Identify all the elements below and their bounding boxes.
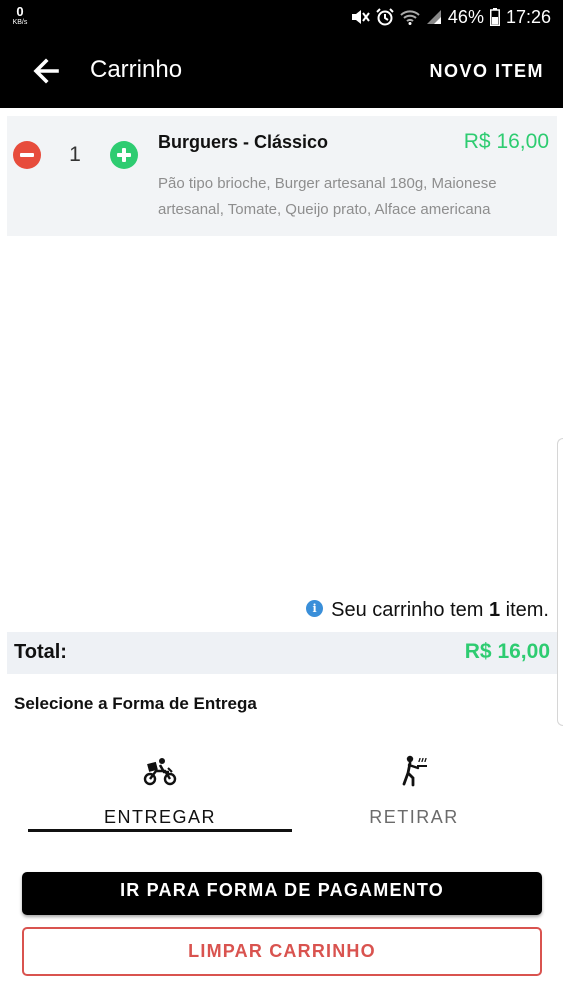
network-speed-value: 0	[16, 4, 24, 19]
new-item-button[interactable]: NOVO ITEM	[429, 61, 544, 82]
wifi-icon	[400, 9, 420, 25]
signal-icon	[426, 9, 442, 25]
alarm-icon	[376, 8, 394, 26]
cart-summary-text: Seu carrinho tem 1 item.	[331, 599, 549, 622]
cart-item: 1 Burguers - Clássico R$ 16,00 Pão tipo …	[7, 116, 557, 236]
arrow-left-icon	[33, 58, 59, 84]
item-description: Pão tipo brioche, Burger artesanal 180g,…	[158, 175, 497, 218]
decrease-quantity-button[interactable]	[13, 141, 41, 169]
item-name: Burguers - Clássico	[158, 132, 329, 152]
network-speed-unit: KB/s	[12, 19, 28, 26]
status-bar: 0 KB/s 46% 17:26	[0, 0, 563, 34]
total-value: R$ 16,00	[464, 640, 550, 663]
tab-entregar[interactable]: ENTREGAR	[28, 752, 292, 834]
tab-entregar-label: ENTREGAR	[103, 807, 216, 827]
edge-panel-handle[interactable]	[557, 438, 563, 726]
mute-icon	[350, 8, 370, 26]
total-label: Total:	[14, 641, 67, 663]
cart-summary-prefix: Seu carrinho tem	[331, 599, 489, 621]
waiter-pickup-icon	[402, 755, 427, 787]
quantity-value: 1	[69, 143, 81, 166]
back-button[interactable]	[30, 56, 62, 86]
item-price: R$ 16,00	[463, 130, 549, 153]
clock: 17:26	[505, 6, 551, 27]
total-bar: Total: R$ 16,00	[7, 632, 557, 674]
delivery-method-title: Selecione a Forma de Entrega	[14, 694, 257, 713]
page-title: Carrinho	[90, 56, 183, 83]
cart-summary-info: i Seu carrinho tem 1 item.	[306, 599, 549, 622]
increase-quantity-button[interactable]	[110, 141, 138, 169]
cart-item-count: 1	[488, 599, 501, 621]
battery-percent: 46%	[447, 6, 484, 27]
tab-retirar[interactable]: RETIRAR	[282, 752, 546, 834]
clear-cart-button[interactable]: LIMPAR CARRINHO	[22, 927, 542, 976]
status-icons: 46% 17:26	[350, 6, 551, 28]
network-speed: 0 KB/s	[9, 5, 31, 26]
battery-icon	[489, 8, 500, 26]
motorcycle-delivery-icon	[143, 758, 177, 786]
app-bar: Carrinho NOVO ITEM	[0, 34, 563, 108]
tab-retirar-label: RETIRAR	[369, 807, 459, 827]
selected-tab-indicator	[28, 829, 292, 832]
go-to-payment-button[interactable]: IR PARA FORMA DE PAGAMENTO	[22, 872, 542, 915]
cart-summary-suffix: item.	[500, 599, 549, 621]
info-icon: i	[306, 600, 324, 617]
